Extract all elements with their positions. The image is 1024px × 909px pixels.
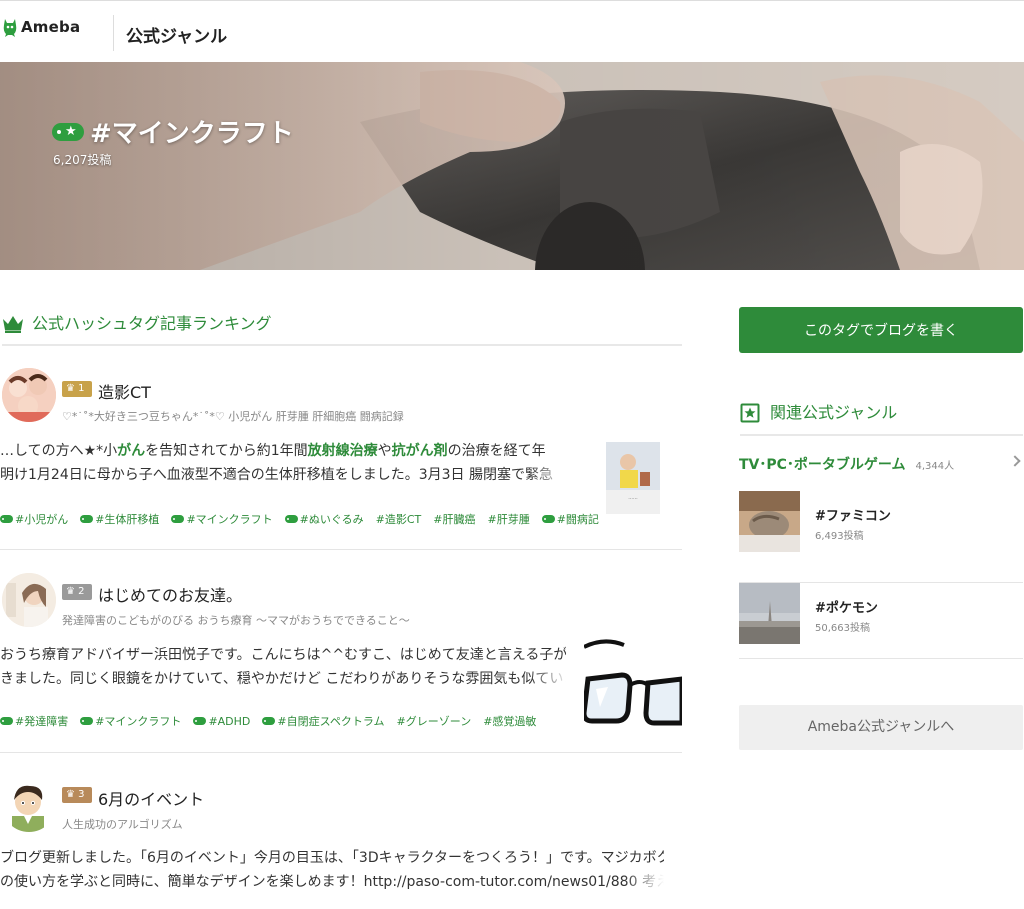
genre-thumbnail [739, 583, 800, 644]
hashtag-link[interactable]: #マインクラフト [171, 511, 273, 527]
rank-badge: ♛ 1 [62, 381, 92, 397]
hashtag-label: #感覚過敏 [483, 715, 537, 728]
hashtag-label: #グレーゾーン [396, 715, 472, 728]
category-name: TV･PC･ポータブルゲーム [739, 457, 906, 473]
hashtag-title: #マインクラフト [90, 119, 294, 149]
hashtag-label: #ADHD [208, 714, 251, 728]
chevron-right-icon [1009, 455, 1021, 467]
genre-post-count: 50,663投稿 [815, 623, 870, 634]
write-blog-with-tag-button[interactable]: このタグでブログを書く [739, 307, 1023, 353]
genre-thumbnail [739, 491, 800, 552]
blog-meta[interactable]: 発達障害のこどもがのびる おうち療育 ～ママがおうちでできること～ [62, 612, 410, 628]
hashtag-link[interactable]: #小児がん [0, 511, 68, 527]
related-genres-title: 関連公式ジャンル [770, 403, 898, 422]
hashtag-label: #マインクラフト [95, 715, 182, 728]
avatar[interactable] [2, 778, 56, 832]
genre-category-link[interactable]: TV･PC･ポータブルゲーム 4,344人 [739, 452, 1023, 476]
hero-hashtag: ★ #マインクラフト [52, 113, 294, 150]
hero-banner: ★ #マインクラフト 6,207投稿 [0, 62, 1024, 270]
related-genre-item[interactable]: #ポケモン 50,663投稿 [739, 583, 1023, 659]
official-tag-badge-icon [193, 717, 207, 725]
ranking-article[interactable]: ♛ 2 はじめてのお友達。 発達障害のこどもがのびる おうち療育 ～ママがおうち… [0, 551, 682, 753]
svg-text:······: ······ [628, 496, 638, 502]
rank-badge: ♛ 2 [62, 584, 92, 600]
genre-name: #ファミコン [815, 509, 891, 524]
crown-icon: ♛ [66, 789, 75, 800]
ranking-title: 公式ハッシュタグ記事ランキング [32, 314, 272, 333]
hashtag-list: #発達障害 #マインクラフト #ADHD #自閉症スペクトラム #グレーゾーン #感覚過敏 [0, 713, 536, 729]
official-tag-badge-icon [541, 515, 555, 523]
article-excerpt: おうち療育アドバイザー浜田悦子です。こんにちは^^むすこ、はじめて友達と言える子… [0, 647, 566, 687]
article-thumbnail[interactable]: ······ [606, 442, 660, 514]
hashtag-label: #自閉症スペクトラム [277, 715, 385, 728]
official-tag-badge-icon [0, 717, 13, 725]
page-title: 公式ジャンル [126, 27, 228, 47]
crown-icon: ♛ [66, 383, 75, 394]
header-divider [113, 15, 114, 51]
hashtag-link[interactable]: #マインクラフト [80, 713, 181, 729]
hashtag-label: #発達障害 [15, 715, 69, 728]
genre-post-count: 6,493投稿 [815, 531, 864, 542]
logo-text: Ameba [21, 18, 81, 36]
article-excerpt: ブログ更新しました。「6月のイベント」今月の目玉は、「3Dキャラクターをつくろう… [0, 850, 664, 890]
hashtag-link[interactable]: #肝臓癌 [433, 511, 475, 527]
ranking-article[interactable]: ♛ 3 6月のイベント 人生成功のアルゴリズム ブログ更新しました。「6月のイベ… [0, 754, 682, 909]
hashtag-label: #生体肝移植 [95, 513, 160, 526]
hashtag-link[interactable]: #造影CT [376, 511, 422, 527]
hashtag-label: #肝芽腫 [487, 513, 530, 526]
ameba-official-genre-button[interactable]: Ameba公式ジャンルへ [739, 705, 1023, 750]
article-title[interactable]: 造影CT [98, 379, 151, 403]
official-tag-badge-icon [284, 515, 298, 523]
hashtag-link[interactable]: #ぬいぐるみ [284, 511, 364, 527]
official-tag-badge-icon [80, 717, 94, 725]
hashtag-label: #ぬいぐるみ [299, 513, 364, 526]
avatar[interactable] [2, 368, 56, 422]
glasses-illustration [584, 639, 682, 726]
hashtag-link[interactable]: #自閉症スペクトラム [262, 713, 385, 729]
official-tag-badge-icon [262, 717, 276, 725]
article-thumbnail[interactable] [584, 633, 682, 729]
official-tag-badge-icon [80, 515, 94, 523]
related-genres-header: 関連公式ジャンル [740, 400, 1023, 436]
hashtag-label: #造影CT [375, 513, 422, 526]
rank-badge: ♛ 3 [62, 787, 92, 803]
category-member-count: 4,344人 [915, 460, 955, 472]
article-title[interactable]: 6月のイベント [98, 786, 204, 810]
hashtag-label: #マインクラフト [186, 513, 273, 526]
header: Ameba 公式ジャンル [0, 0, 1024, 62]
official-tag-badge-icon [0, 515, 13, 523]
article-title[interactable]: はじめてのお友達。 [98, 582, 242, 606]
hashtag-label: #小児がん [15, 513, 69, 526]
ranking-article[interactable]: ♛ 1 造影CT ♡*˙˚*大好き三つ豆ちゃん*˙˚*♡ 小児がん 肝芽腫 肝細… [0, 356, 682, 550]
article-excerpt: …しての方へ★*小がんを告知されてから約1年間放射線治療や抗がん剤の治療を経て年… [0, 443, 553, 483]
star-document-icon [740, 403, 760, 423]
hashtag-link[interactable]: #発達障害 [0, 713, 68, 729]
hashtag-link[interactable]: #感覚過敏 [483, 713, 536, 729]
avatar[interactable] [2, 573, 56, 627]
hashtag-post-count: 6,207投稿 [53, 153, 112, 167]
hashtag-link[interactable]: #肝芽腫 [488, 511, 530, 527]
related-genre-item[interactable]: #ファミコン 6,493投稿 [739, 491, 1023, 583]
blog-meta[interactable]: ♡*˙˚*大好き三つ豆ちゃん*˙˚*♡ 小児がん 肝芽腫 肝細胞癌 闘病記録 [62, 408, 404, 424]
ameba-logo[interactable]: Ameba [2, 17, 80, 37]
hashtag-list: #小児がん #生体肝移植 #マインクラフト #ぬいぐるみ #造影CT #肝臓癌 #肝芽腫 #闘… [0, 511, 599, 527]
crown-icon: ♛ [66, 586, 75, 597]
genre-name: #ポケモン [815, 601, 878, 616]
ranking-section-header: 公式ハッシュタグ記事ランキング [2, 312, 682, 346]
blog-meta[interactable]: 人生成功のアルゴリズム [62, 816, 183, 832]
hashtag-link[interactable]: #闘病記 [541, 511, 599, 527]
hashtag-link[interactable]: #生体肝移植 [80, 511, 159, 527]
official-tag-badge-icon [171, 515, 185, 523]
hashtag-link[interactable]: #グレーゾーン [397, 713, 472, 729]
ameba-mascot-icon [3, 19, 17, 37]
official-tag-badge-icon: ★ [52, 122, 84, 141]
hashtag-label: #闘病記 [556, 513, 599, 526]
hashtag-link[interactable]: #ADHD [193, 713, 250, 729]
hashtag-label: #肝臓癌 [433, 513, 476, 526]
crown-icon [3, 316, 23, 333]
